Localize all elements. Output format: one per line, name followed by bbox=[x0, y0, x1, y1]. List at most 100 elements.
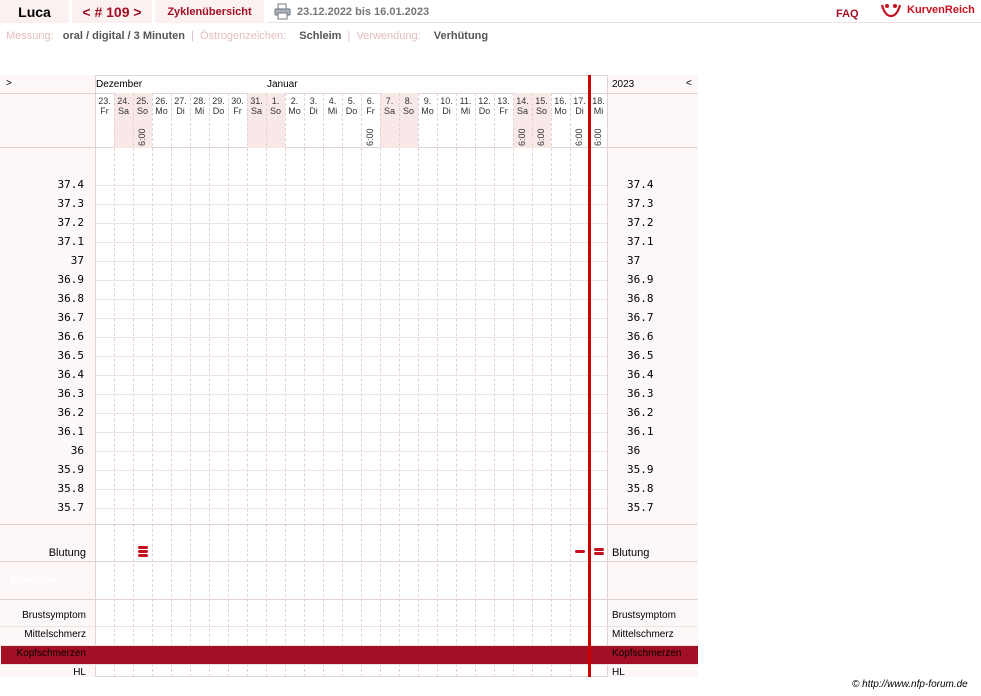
kurvenreich-logo-icon[interactable] bbox=[880, 2, 902, 18]
day-separator bbox=[380, 93, 381, 677]
cycle-day-number: 23 bbox=[516, 575, 529, 586]
verwendung-label: Verwendung: bbox=[356, 30, 421, 42]
prev-nav-button[interactable]: > bbox=[6, 78, 12, 89]
measurement-time-label: 6:00 bbox=[365, 128, 375, 146]
date-range: 23.12.2022 bis 16.01.2023 bbox=[297, 6, 430, 18]
symptom-row-line bbox=[0, 664, 698, 665]
measurement-time-label: 6:00 bbox=[137, 128, 147, 146]
temperature-label-left: 36.9 bbox=[57, 273, 85, 286]
temperature-label-left: 36.4 bbox=[57, 368, 85, 381]
user-name-box: Luca bbox=[0, 0, 69, 23]
printer-icon[interactable] bbox=[274, 3, 291, 20]
cycle-navigator[interactable]: < # 109 > bbox=[72, 0, 152, 23]
day-separator bbox=[513, 93, 514, 677]
user-name: Luca bbox=[18, 3, 51, 20]
temperature-label-right: 36.4 bbox=[627, 368, 654, 381]
faq-link[interactable]: FAQ bbox=[836, 8, 859, 20]
temperature-label-right: 35.7 bbox=[627, 501, 654, 514]
temperature-gridline bbox=[95, 337, 607, 338]
cycle-day-number: 8 bbox=[234, 575, 241, 586]
symptom-label-right: Brustsymptom bbox=[612, 610, 676, 621]
temperature-gridline bbox=[95, 470, 607, 471]
symptom-label-left: HL bbox=[73, 667, 86, 678]
cycle-day-number: 2 bbox=[120, 575, 127, 586]
overview-link-box[interactable]: Zyklenübersicht bbox=[155, 0, 264, 23]
temperature-label-right: 35.8 bbox=[627, 482, 654, 495]
cycle-day-number: 25 bbox=[554, 575, 567, 586]
day-header: 11. Mi bbox=[459, 96, 472, 116]
cycle-day-number: 14 bbox=[345, 575, 358, 586]
day-header: 13. Fr bbox=[497, 96, 510, 116]
day-separator bbox=[171, 93, 172, 677]
day-separator bbox=[247, 93, 248, 677]
cycle-day-number: 24 bbox=[535, 575, 548, 586]
symptom-label-left: Mittelschmerz bbox=[24, 629, 86, 640]
temperature-label-left: 36 bbox=[70, 444, 84, 457]
temperature-label-left: 37.3 bbox=[57, 197, 85, 210]
temperature-label-left: 36.5 bbox=[57, 349, 85, 362]
cycle-number[interactable]: < # 109 > bbox=[82, 4, 141, 20]
next-nav-button[interactable]: < bbox=[686, 78, 692, 89]
temperature-label-left: 37.2 bbox=[57, 216, 85, 229]
cycle-day-number: 9 bbox=[253, 575, 260, 586]
day-header: 5. Do bbox=[345, 96, 358, 116]
temperature-label-right: 35.9 bbox=[627, 463, 654, 476]
day-separator bbox=[285, 93, 286, 677]
day-header: 9. Mo bbox=[421, 96, 434, 116]
temperature-label-right: 36.7 bbox=[627, 311, 654, 324]
year-label: 2023 bbox=[612, 79, 635, 90]
temperature-gridline bbox=[95, 413, 607, 414]
blutung-label-right: Blutung bbox=[612, 547, 650, 559]
cycle-day-number: 18 bbox=[421, 575, 434, 586]
day-header: 24. Sa bbox=[117, 96, 130, 116]
info-line: Messung: oral / digital / 3 Minuten | Ös… bbox=[6, 30, 488, 42]
temperature-gridline bbox=[95, 375, 607, 376]
temperature-label-left: 36.3 bbox=[57, 387, 85, 400]
day-header: 14. Sa bbox=[516, 96, 529, 116]
day-separator bbox=[323, 93, 324, 677]
cycle-day-number: 16 bbox=[383, 575, 396, 586]
cycle-chart: > < Dezember Januar 2023 23. Fr 24. Sa 25. So… bbox=[0, 75, 698, 678]
zyklustag-band bbox=[1, 646, 698, 665]
temperature-gridline bbox=[95, 451, 607, 452]
cycle-day-number: 22 bbox=[497, 575, 510, 586]
day-header: 29. Do bbox=[212, 96, 225, 116]
cycle-day-number: 10 bbox=[269, 575, 282, 586]
temperature-label-right: 37.2 bbox=[627, 216, 654, 229]
cycle-day-number: 1 bbox=[101, 575, 108, 586]
messung-label: Messung: bbox=[6, 30, 54, 42]
cycle-day-number: 7 bbox=[215, 575, 222, 586]
day-separator bbox=[456, 93, 457, 677]
day-separator bbox=[361, 93, 362, 677]
temperature-label-right: 37 bbox=[627, 254, 641, 267]
brand-name[interactable]: KurvenReich bbox=[907, 4, 975, 16]
bleeding-mark bbox=[593, 552, 604, 555]
temperature-label-right: 36 bbox=[627, 444, 641, 457]
separator: | bbox=[347, 30, 351, 42]
temperature-label-right: 36.8 bbox=[627, 292, 654, 305]
day-separator bbox=[342, 93, 343, 677]
bleeding-mark bbox=[593, 548, 604, 551]
day-separator bbox=[133, 93, 134, 677]
day-header: 15. So bbox=[535, 96, 548, 116]
day-header: 18. Mi bbox=[592, 96, 605, 116]
temperature-gridline bbox=[95, 204, 607, 205]
day-separator bbox=[494, 93, 495, 677]
symptom-label-right: Mittelschmerz bbox=[612, 629, 674, 640]
symptom-row-line bbox=[0, 626, 698, 627]
temperature-label-left: 37 bbox=[70, 254, 84, 267]
day-separator bbox=[418, 93, 419, 677]
day-header: 23. Fr bbox=[98, 96, 111, 116]
zyklustag-label: Zyklustag bbox=[10, 575, 57, 586]
day-header: 3. Di bbox=[309, 96, 318, 116]
cycle-day-number: 20 bbox=[459, 575, 472, 586]
measurement-time-label: 6:00 bbox=[574, 128, 584, 146]
day-header: 17. Di bbox=[573, 96, 586, 116]
day-header: 25. So bbox=[136, 96, 149, 116]
bleeding-mark bbox=[137, 546, 148, 549]
measurement-time-label: 6:00 bbox=[517, 128, 527, 146]
cycle-day-number: 5 bbox=[177, 575, 184, 586]
temperature-label-left: 37.1 bbox=[57, 235, 85, 248]
overview-link[interactable]: Zyklenübersicht bbox=[167, 6, 251, 18]
temperature-gridline bbox=[95, 318, 607, 319]
